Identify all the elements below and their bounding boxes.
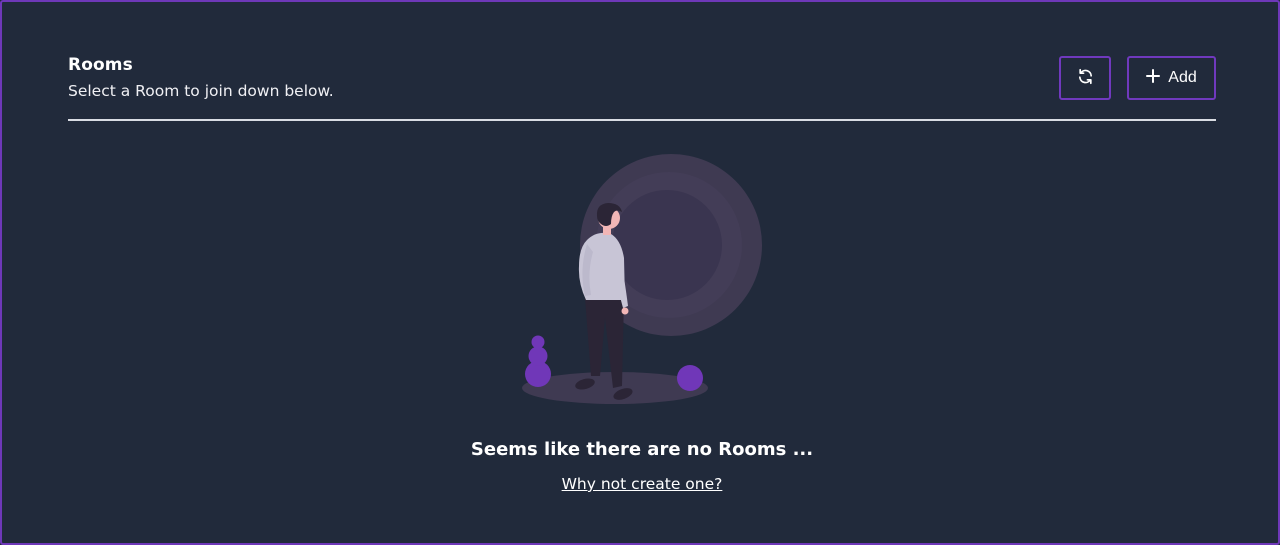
empty-rooms-illustration — [522, 154, 762, 404]
add-button-label: Add — [1168, 69, 1197, 86]
rooms-panel: Rooms Select a Room to join down below. … — [0, 0, 1280, 545]
add-room-button[interactable]: Add — [1127, 56, 1216, 100]
create-room-link[interactable]: Why not create one? — [562, 475, 723, 493]
plus-icon — [1146, 68, 1161, 88]
rooms-header: Rooms Select a Room to join down below. … — [68, 54, 1216, 120]
refresh-icon — [1077, 68, 1094, 88]
page-title: Rooms — [68, 55, 133, 75]
empty-state-message: Seems like there are no Rooms ... — [470, 439, 814, 460]
page-subtitle: Select a Room to join down below. — [68, 82, 334, 100]
refresh-button[interactable] — [1059, 56, 1111, 100]
header-divider — [68, 119, 1216, 121]
